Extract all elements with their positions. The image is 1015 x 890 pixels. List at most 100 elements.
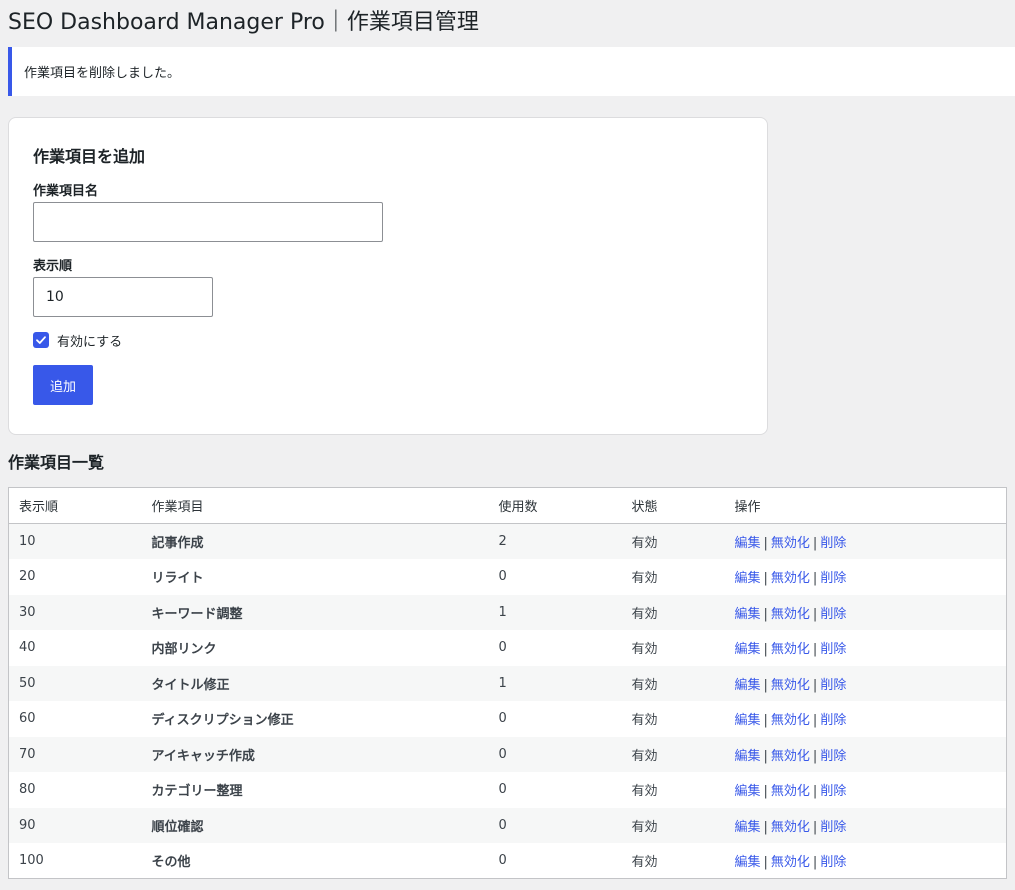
edit-link[interactable]: 編集 <box>735 571 761 586</box>
delete-link[interactable]: 削除 <box>820 784 846 799</box>
cell-order: 20 <box>19 569 36 585</box>
delete-link[interactable]: 削除 <box>820 820 846 835</box>
delete-link[interactable]: 削除 <box>820 607 846 622</box>
cell-name: ディスクリプション修正 <box>151 713 294 729</box>
checkmark-icon <box>36 336 46 344</box>
cell-name: リライト <box>151 571 204 587</box>
edit-link[interactable]: 編集 <box>735 607 761 622</box>
disable-link[interactable]: 無効化 <box>771 571 810 586</box>
table-row: 60 ディスクリプション修正 0 有効 編集 | 無効化 | 削除 <box>9 701 1007 737</box>
cell-name: カテゴリー整理 <box>151 784 243 800</box>
action-separator: | <box>812 748 818 764</box>
edit-link[interactable]: 編集 <box>735 784 761 799</box>
cell-actions: 編集 | 無効化 | 削除 <box>725 666 1007 702</box>
table-row: 70 アイキャッチ作成 0 有効 編集 | 無効化 | 削除 <box>8 736 1007 772</box>
cell-count: 0 <box>498 569 507 585</box>
disable-link[interactable]: 無効化 <box>771 678 810 693</box>
delete-link[interactable]: 削除 <box>820 855 846 870</box>
page-title: SEO Dashboard Manager Pro｜作業項目管理 <box>8 10 479 35</box>
edit-link[interactable]: 編集 <box>735 820 761 835</box>
cell-name: キーワード調整 <box>151 606 243 622</box>
disable-link[interactable]: 無効化 <box>771 855 810 870</box>
delete-link[interactable]: 削除 <box>820 678 846 693</box>
table-row: 100 その他 0 有効 編集 | 無効化 | 削除 <box>9 843 1007 879</box>
display-order-input[interactable] <box>33 277 213 317</box>
cell-status: 有効 <box>631 748 658 764</box>
action-separator: | <box>763 677 768 693</box>
cell-order: 30 <box>19 604 36 620</box>
edit-link[interactable]: 編集 <box>735 536 761 551</box>
action-separator: | <box>763 571 768 587</box>
edit-link[interactable]: 編集 <box>735 713 761 728</box>
enabled-checkbox-row[interactable]: 有効にする <box>33 331 743 350</box>
table-row: 10 記事作成 2 有効 編集 | 無効化 | 削除 <box>8 523 1007 559</box>
disable-link[interactable]: 無効化 <box>771 642 810 657</box>
cell-order: 80 <box>19 782 36 798</box>
cell-actions: 編集 | 無効化 | 削除 <box>725 772 1007 808</box>
action-separator: | <box>812 536 818 551</box>
table-row: 80 カテゴリー整理 0 有効 編集 | 無効化 | 削除 <box>9 772 1007 808</box>
cell-order: 90 <box>19 817 36 833</box>
cell-count: 1 <box>498 675 507 691</box>
cell-count: 0 <box>498 746 507 762</box>
disable-link[interactable]: 無効化 <box>771 784 810 799</box>
edit-link[interactable]: 編集 <box>735 855 761 870</box>
cell-status: 有効 <box>631 571 658 587</box>
disable-link[interactable]: 無効化 <box>771 820 810 835</box>
delete-link[interactable]: 削除 <box>820 536 846 551</box>
edit-link[interactable]: 編集 <box>735 749 761 764</box>
add-item-title: 作業項目を追加 <box>33 147 146 166</box>
action-separator: | <box>763 784 768 800</box>
cell-status: 有効 <box>631 819 658 835</box>
col-header-order: 表示順 <box>8 487 142 524</box>
page: SEO Dashboard Manager Pro｜作業項目管理 作業項目を削除… <box>0 0 1015 879</box>
action-separator: | <box>763 606 768 622</box>
enabled-checkbox[interactable] <box>33 332 49 348</box>
action-separator: | <box>812 571 818 587</box>
cell-actions: 編集 | 無効化 | 削除 <box>725 630 1007 666</box>
cell-status: 有効 <box>631 642 658 658</box>
delete-link[interactable]: 削除 <box>820 642 846 657</box>
delete-link[interactable]: 削除 <box>820 713 846 728</box>
cell-count: 0 <box>498 782 507 798</box>
cell-name: アイキャッチ作成 <box>151 748 255 764</box>
delete-link[interactable]: 削除 <box>820 571 846 586</box>
enabled-checkbox-label[interactable]: 有効にする <box>57 331 122 350</box>
cell-actions: 編集 | 無効化 | 削除 <box>725 843 1007 879</box>
cell-order: 100 <box>19 853 44 868</box>
action-separator: | <box>763 819 768 835</box>
cell-status: 有効 <box>631 713 658 729</box>
edit-link[interactable]: 編集 <box>735 678 761 693</box>
action-separator: | <box>812 784 818 800</box>
cell-actions: 編集 | 無効化 | 削除 <box>725 595 1007 631</box>
disable-link[interactable]: 無効化 <box>771 713 810 728</box>
cell-status: 有効 <box>631 855 658 870</box>
action-separator: | <box>763 536 768 551</box>
action-separator: | <box>812 855 818 870</box>
cell-status: 有効 <box>631 536 658 551</box>
action-separator: | <box>763 855 768 870</box>
action-separator: | <box>763 713 768 729</box>
edit-link[interactable]: 編集 <box>735 642 761 657</box>
item-table: 表示順 作業項目 使用数 状態 操作 10 記事作成 2 有効 編集 | 無効化 | 削除 20 リ… <box>8 487 1007 879</box>
success-notice: 作業項目を削除しました。 <box>8 47 1015 96</box>
cell-order: 50 <box>19 675 36 691</box>
action-separator: | <box>812 642 818 658</box>
action-separator: | <box>812 677 818 693</box>
disable-link[interactable]: 無効化 <box>771 536 810 551</box>
table-row: 90 順位確認 0 有効 編集 | 無効化 | 削除 <box>8 807 1007 843</box>
action-separator: | <box>812 819 818 835</box>
item-list-title: 作業項目一覧 <box>8 453 105 472</box>
item-name-input[interactable] <box>33 202 383 242</box>
action-separator: | <box>812 713 818 729</box>
cell-order: 70 <box>19 746 36 762</box>
add-button[interactable]: 追加 <box>33 365 93 405</box>
delete-link[interactable]: 削除 <box>820 749 846 764</box>
col-header-count: 使用数 <box>488 487 622 524</box>
cell-status: 有効 <box>631 606 658 622</box>
cell-actions: 編集 | 無効化 | 削除 <box>725 701 1007 737</box>
disable-link[interactable]: 無効化 <box>771 749 810 764</box>
table-row: 50 タイトル修正 1 有効 編集 | 無効化 | 削除 <box>8 665 1007 702</box>
action-separator: | <box>763 748 768 764</box>
disable-link[interactable]: 無効化 <box>771 607 810 622</box>
